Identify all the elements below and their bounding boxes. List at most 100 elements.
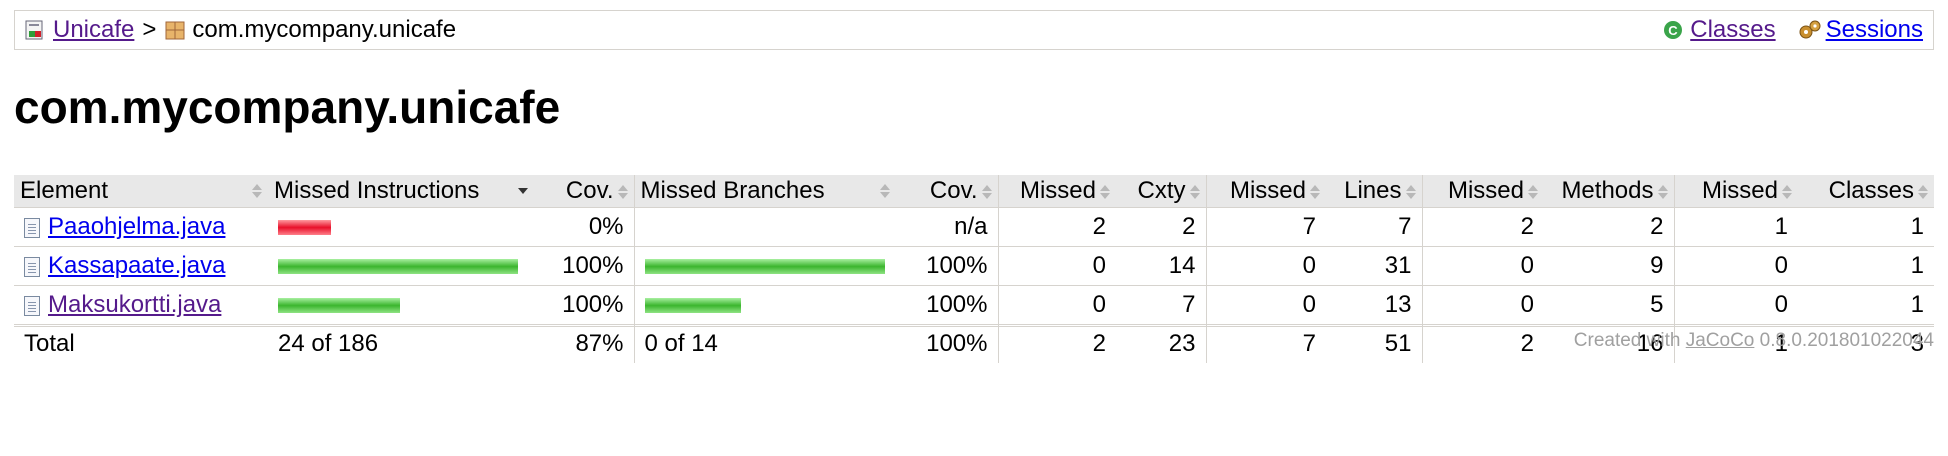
branch-cov-value: 100% [896, 285, 998, 325]
element-link[interactable]: Kassapaate.java [48, 252, 225, 279]
header-missed-cxty[interactable]: Missed [997, 175, 1116, 208]
methods-value: 2 [1544, 207, 1674, 247]
footer-prefix: Created with [1573, 330, 1681, 351]
header-missed-instructions[interactable]: Missed Instructions [268, 175, 534, 208]
total-branch: 0 of 14 [633, 324, 896, 363]
footer: Created with JaCoCo 0.8.0.201801022044 [1574, 330, 1934, 352]
sort-icon [1405, 184, 1416, 199]
element-link[interactable]: Maksukortti.java [48, 291, 221, 318]
element-link[interactable]: Paaohjelma.java [48, 213, 225, 240]
header-methods[interactable]: Methods [1544, 175, 1674, 208]
instr-cov-value: 100% [534, 285, 634, 325]
total-instr: 24 of 186 [278, 330, 379, 357]
missed-cxty-value: 0 [997, 246, 1116, 286]
sort-desc-icon [518, 184, 528, 198]
total-branch-cov: 100% [926, 330, 988, 357]
branch-covered-bar [644, 259, 885, 275]
total-cxty: 23 [1168, 330, 1196, 357]
file-icon [24, 295, 40, 316]
table-row: Maksukortti.java 100% 100% 0 7 0 13 0 5 … [14, 285, 1934, 325]
header-cxty[interactable]: Cxty [1116, 175, 1206, 208]
package-icon [164, 19, 186, 41]
total-instr-cov: 87% [575, 330, 624, 357]
page-title: com.mycompany.unicafe [14, 81, 561, 133]
cxty-value: 14 [1116, 246, 1206, 286]
file-icon [24, 256, 40, 277]
branch-cov-value: n/a [896, 207, 998, 247]
svg-text:C: C [1669, 23, 1679, 38]
missed-methods-value: 0 [1421, 285, 1544, 325]
header-instr-cov[interactable]: Cov. [534, 175, 634, 208]
lines-value: 7 [1326, 207, 1422, 247]
branch-cov-value: 100% [896, 246, 998, 286]
instr-covered-bar [278, 259, 518, 275]
missed-classes-value: 1 [1673, 207, 1798, 247]
table-row: Paaohjelma.java 0% n/a 2 2 7 7 2 2 1 1 [14, 207, 1934, 247]
header-element[interactable]: Element [14, 175, 268, 208]
missed-lines-value: 0 [1205, 285, 1326, 325]
lines-value: 31 [1326, 246, 1422, 286]
classes-link[interactable]: Classes [1690, 16, 1775, 44]
breadcrumb: Unicafe > com.mycompany.unicafe C Classe… [14, 10, 1934, 50]
table-row: Kassapaate.java 100% 100% 0 14 0 31 0 9 … [14, 246, 1934, 286]
header-missed-methods[interactable]: Missed [1421, 175, 1544, 208]
methods-value: 5 [1544, 285, 1674, 325]
header-missed-lines[interactable]: Missed [1205, 175, 1326, 208]
breadcrumb-separator: > [142, 16, 157, 43]
breadcrumb-path: Unicafe > com.mycompany.unicafe [15, 16, 456, 44]
missed-methods-value: 2 [1421, 207, 1544, 247]
footer-version: 0.8.0.201801022044 [1759, 330, 1934, 351]
missed-classes-value: 0 [1673, 246, 1798, 286]
instr-cov-value: 100% [534, 246, 634, 286]
sort-icon [1782, 184, 1792, 199]
total-label: Total [24, 330, 75, 357]
sort-icon [880, 184, 890, 198]
classes-value: 1 [1798, 246, 1934, 286]
header-missed-classes[interactable]: Missed [1673, 175, 1798, 208]
total-lines: 51 [1384, 330, 1412, 357]
sort-icon [252, 184, 262, 198]
file-icon [24, 217, 40, 238]
instr-missed-bar [278, 220, 331, 236]
breadcrumb-links: C Classes Sessions [1662, 16, 1933, 44]
lines-value: 13 [1326, 285, 1422, 325]
report-icon [25, 19, 47, 41]
sort-icon [1657, 184, 1668, 199]
sessions-icon [1798, 19, 1821, 41]
header-classes[interactable]: Classes [1798, 175, 1934, 208]
sort-icon [1918, 184, 1928, 199]
cxty-value: 2 [1116, 207, 1206, 247]
header-lines[interactable]: Lines [1326, 175, 1422, 208]
sessions-link[interactable]: Sessions [1826, 16, 1923, 44]
total-missed-cxty: 2 [997, 324, 1116, 363]
breadcrumb-current: com.mycompany.unicafe [192, 16, 457, 43]
sort-icon [981, 184, 992, 199]
missed-lines-value: 0 [1205, 246, 1326, 286]
instr-covered-bar [278, 298, 400, 314]
sort-icon [1189, 184, 1200, 199]
classes-icon: C [1662, 19, 1684, 41]
header-branch-cov[interactable]: Cov. [896, 175, 998, 208]
branch-covered-bar [644, 298, 741, 314]
total-missed-methods: 2 [1421, 324, 1544, 363]
missed-cxty-value: 2 [997, 207, 1116, 247]
missed-methods-value: 0 [1421, 246, 1544, 286]
table-header-row: Element Missed Instructions Cov. Missed … [14, 175, 1934, 208]
methods-value: 9 [1544, 246, 1674, 286]
header-missed-branches[interactable]: Missed Branches [633, 175, 896, 208]
sort-icon [617, 184, 628, 199]
cxty-value: 7 [1116, 285, 1206, 325]
classes-value: 1 [1798, 285, 1934, 325]
breadcrumb-root-link[interactable]: Unicafe [53, 16, 134, 44]
footer-divider [14, 326, 1934, 327]
instr-cov-value: 0% [534, 207, 634, 247]
missed-lines-value: 7 [1205, 207, 1326, 247]
missed-cxty-value: 0 [997, 285, 1116, 325]
classes-value: 1 [1798, 207, 1934, 247]
total-missed-lines: 7 [1205, 324, 1326, 363]
sort-icon [1100, 184, 1110, 199]
sort-icon [1310, 184, 1320, 199]
jacoco-link[interactable]: JaCoCo [1686, 330, 1755, 351]
missed-classes-value: 0 [1673, 285, 1798, 325]
sort-icon [1528, 184, 1538, 199]
